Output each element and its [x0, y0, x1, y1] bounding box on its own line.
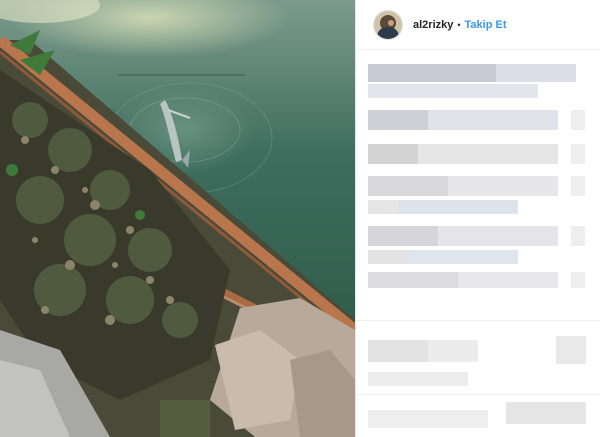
pixelated-text-block — [356, 394, 600, 395]
post-media[interactable] — [0, 0, 355, 437]
pixelated-text-block — [368, 84, 538, 98]
post-header: al2rizky • Takip Et — [356, 0, 600, 50]
pixelated-text-block — [448, 176, 558, 196]
pixelated-text-block — [356, 320, 600, 321]
pixelated-text-block — [368, 410, 488, 428]
pixelated-text-block — [418, 144, 558, 164]
pixelated-text-block — [368, 176, 448, 196]
pixelated-text-block — [571, 272, 585, 288]
pixelated-text-block — [368, 272, 458, 288]
pixelated-text-block — [458, 272, 558, 288]
pixelated-text-block — [428, 340, 478, 362]
pixelated-text-block — [571, 144, 585, 164]
pixelated-text-block — [408, 250, 518, 264]
follow-button[interactable]: Takip Et — [465, 19, 507, 31]
pixelated-text-block — [368, 226, 438, 246]
pixelated-text-block — [571, 226, 585, 246]
pixelated-text-block — [368, 144, 418, 164]
pixelated-text-block — [368, 110, 428, 130]
pixelated-text-block — [571, 176, 585, 196]
pixelated-text-block — [556, 336, 586, 364]
pixelated-text-block — [368, 250, 408, 264]
pixelated-text-block — [506, 402, 586, 424]
pixelated-text-block — [368, 200, 398, 214]
pixelated-text-block — [496, 64, 576, 82]
media-image — [0, 0, 355, 437]
pixelated-comments-area — [356, 50, 600, 437]
avatar[interactable] — [373, 9, 403, 40]
username-link[interactable]: al2rizky — [413, 19, 453, 31]
pixelated-text-block — [428, 110, 558, 130]
post-sidebar: al2rizky • Takip Et — [355, 0, 600, 437]
pixelated-text-block — [368, 340, 428, 362]
avatar-face — [388, 19, 394, 26]
pixelated-text-block — [368, 372, 468, 386]
pixelated-text-block — [438, 226, 558, 246]
pixelated-text-block — [571, 110, 585, 130]
header-separator: • — [457, 19, 461, 30]
avatar-body — [377, 26, 399, 39]
pixelated-text-block — [368, 64, 496, 82]
pixelated-text-block — [398, 200, 518, 214]
